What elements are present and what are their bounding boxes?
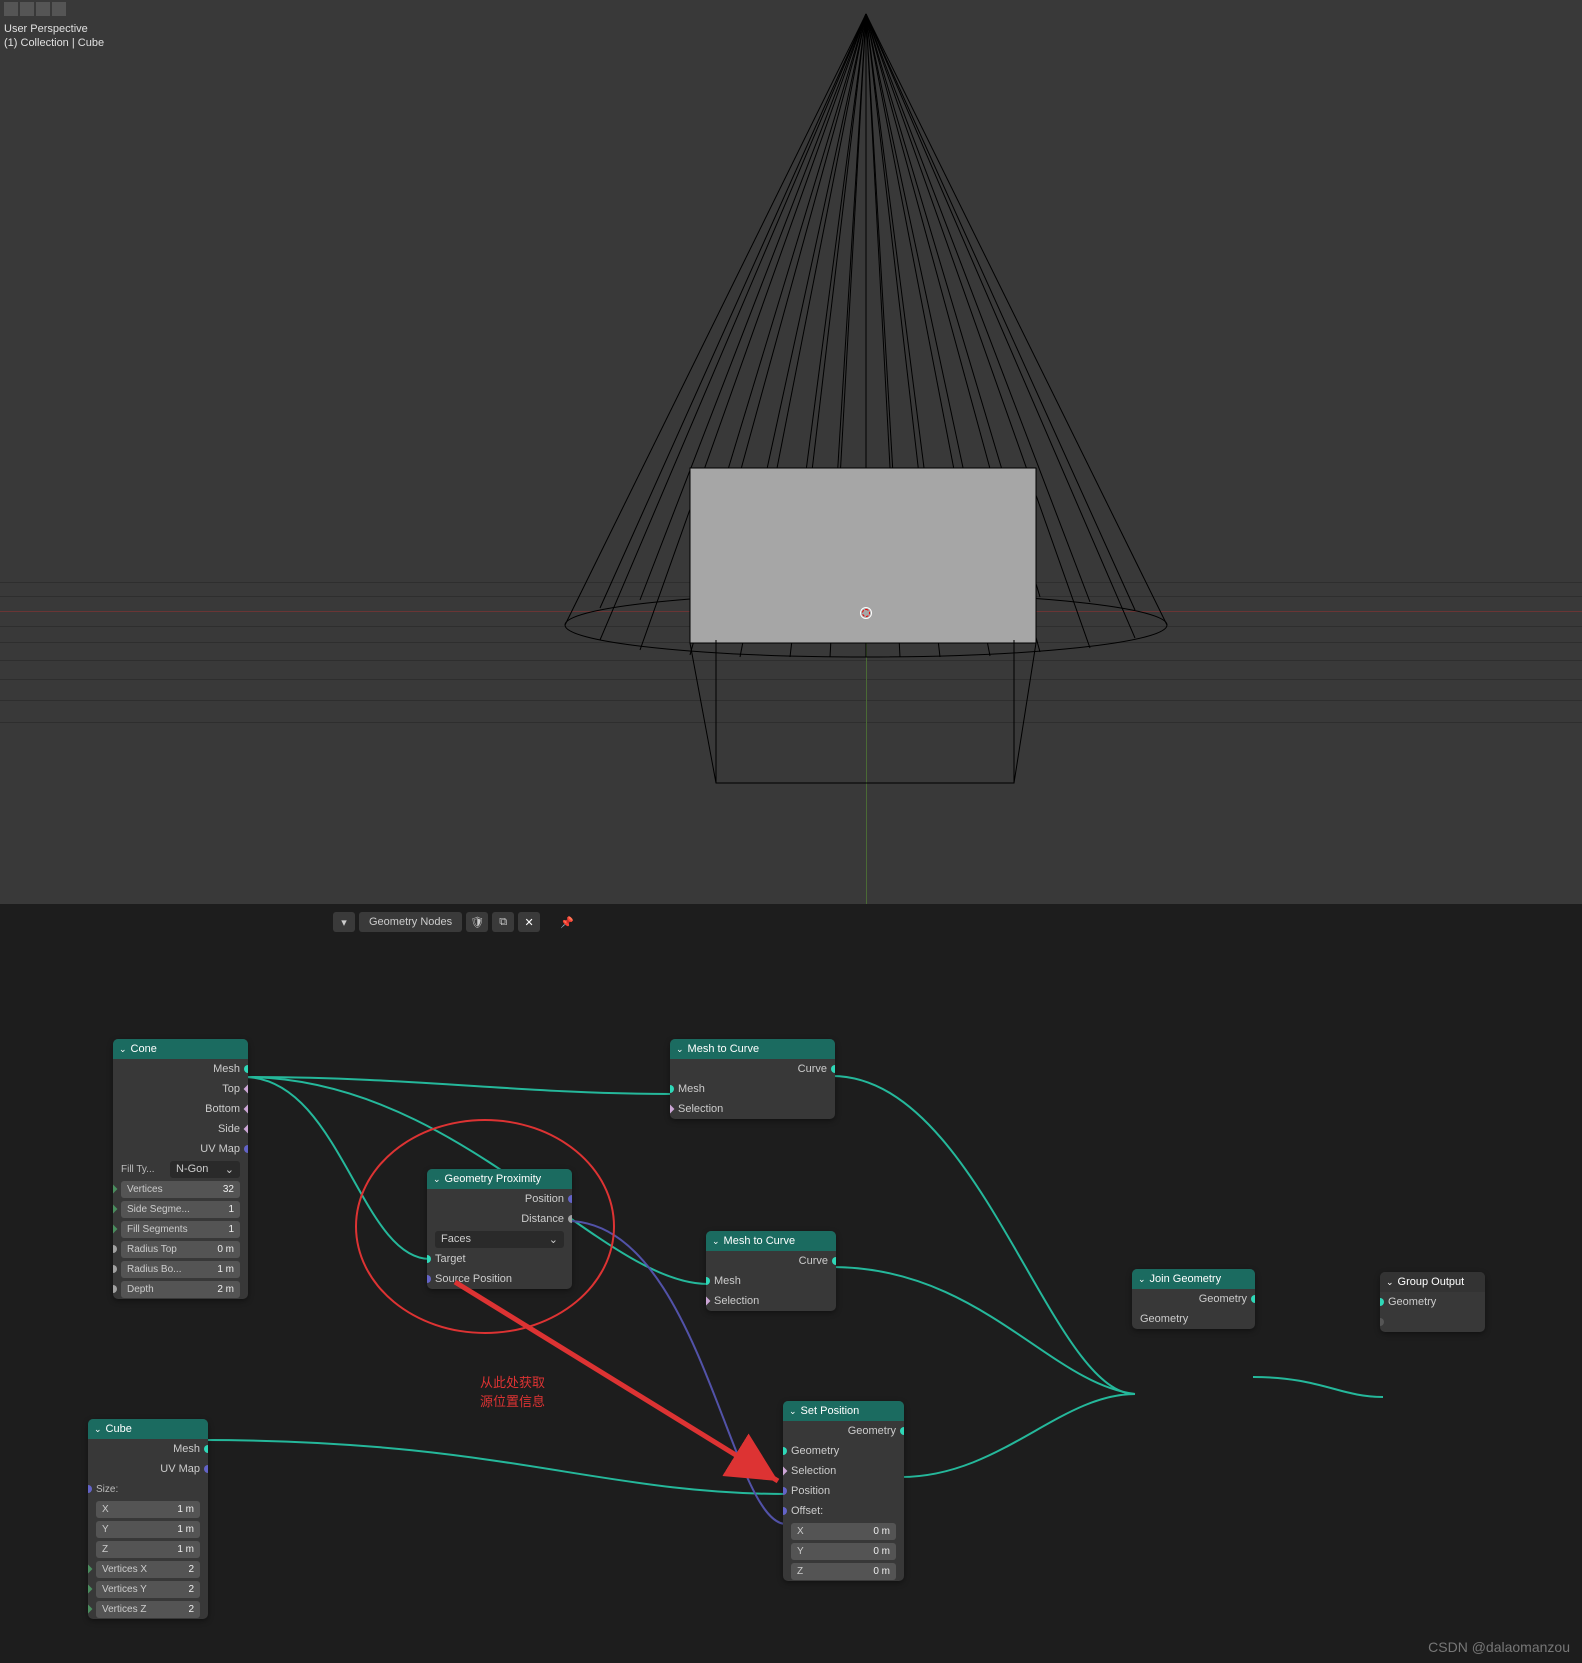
watermark: CSDN @dalaomanzou [1428,1639,1570,1655]
viewport-3d[interactable]: User Perspective (1) Collection | Cube [0,0,1582,904]
node-mesh-to-curve-2[interactable]: ⌄Mesh to Curve Curve Mesh Selection [706,1231,836,1311]
pin-icon[interactable]: 📌 [556,912,578,932]
node-tree-name[interactable]: Geometry Nodes [359,912,462,932]
copy-icon[interactable]: ⧉ [492,912,514,932]
node-join-geometry[interactable]: ⌄Join Geometry Geometry Geometry [1132,1269,1255,1329]
node-cone[interactable]: ⌄Cone Mesh Top Bottom Side UV Map Fill T… [113,1039,248,1299]
node-group-output[interactable]: ⌄Group Output Geometry [1380,1272,1485,1332]
node-cube[interactable]: ⌄Cube Mesh UV Map Size: X1 m Y1 m Z1 m V… [88,1419,208,1619]
shield-icon[interactable]: 🛡 [466,912,488,932]
annotation-text: 从此处获取 源位置信息 [480,1372,545,1410]
node-title: Cone [131,1043,157,1055]
prop-vertices[interactable]: Vertices32 [121,1181,240,1198]
node-tree-dropdown[interactable]: ▾ [333,912,355,932]
node-set-position[interactable]: ⌄Set Position Geometry Geometry Selectio… [783,1401,904,1581]
fill-type-dropdown[interactable]: N-Gon⌄ [170,1161,240,1178]
annotation-circle [355,1119,615,1334]
close-icon[interactable]: ✕ [518,912,540,932]
node-editor[interactable]: ▾ Geometry Nodes 🛡 ⧉ ✕ 📌 ⌄Cone Mesh Top … [0,904,1582,1663]
node-mesh-to-curve-1[interactable]: ⌄Mesh to Curve Curve Mesh Selection [670,1039,835,1119]
cursor-3d-icon [856,603,876,623]
viewport-wireframe [0,0,1582,904]
